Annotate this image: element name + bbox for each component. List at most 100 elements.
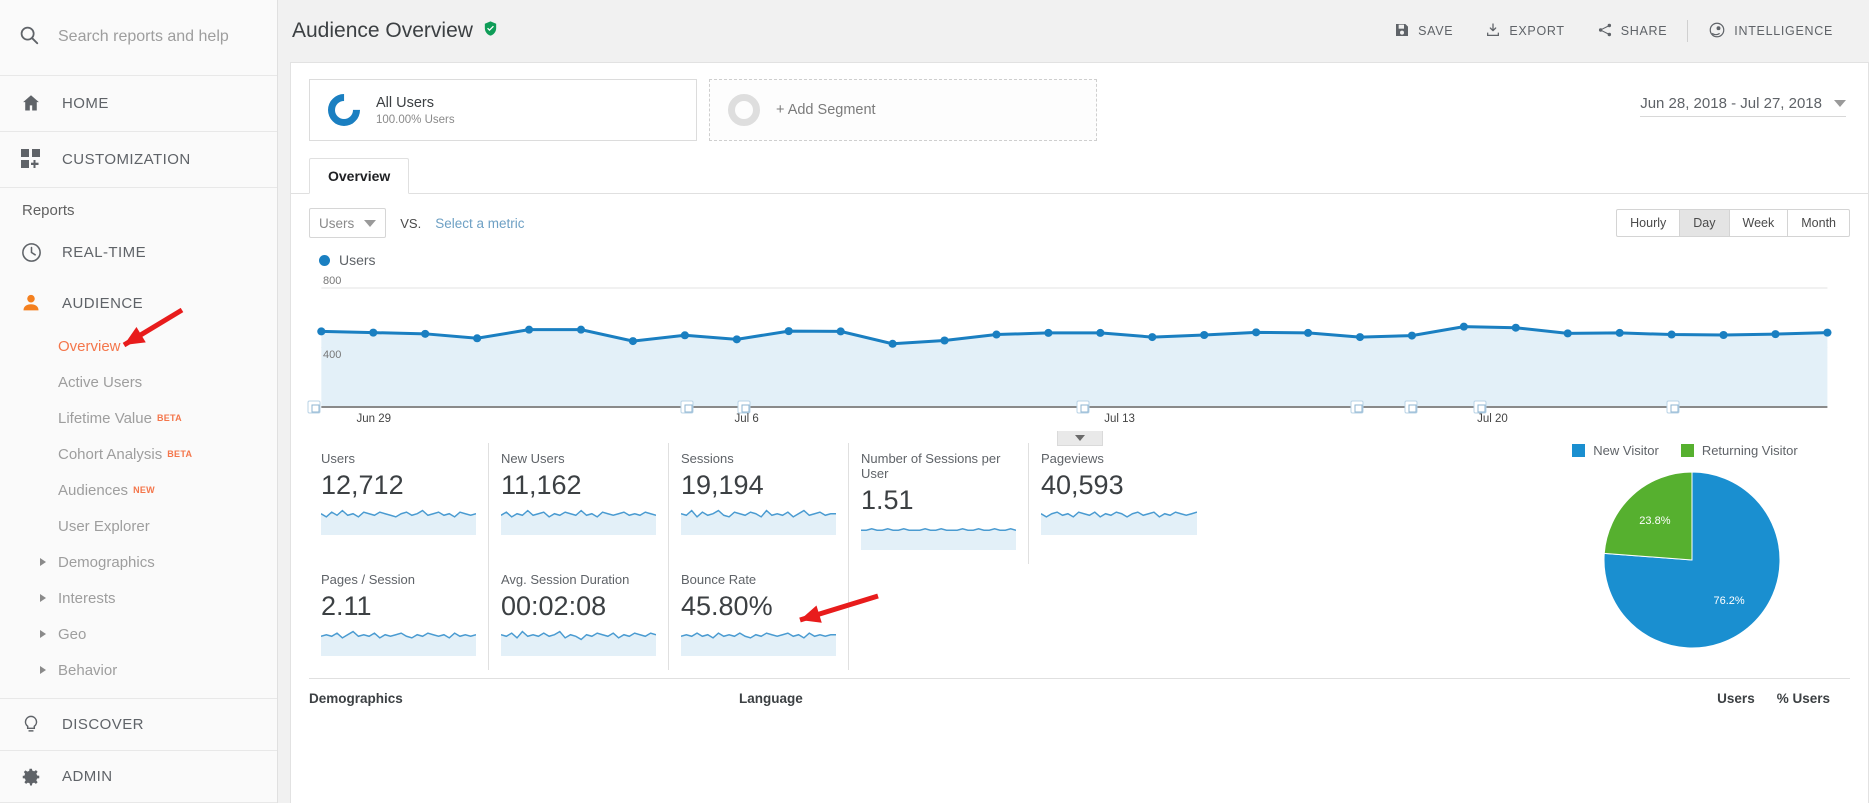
donut-empty-icon xyxy=(721,87,766,132)
sidebar-item-overview[interactable]: Overview xyxy=(0,328,277,364)
sidebar-item-discover[interactable]: DISCOVER xyxy=(0,699,277,750)
sidebar-item-home[interactable]: HOME xyxy=(0,76,277,131)
intelligence-icon xyxy=(1708,21,1726,42)
demographics-header: Demographics xyxy=(309,691,739,706)
x-axis-tick-label: Jul 6 xyxy=(734,413,758,425)
clock-icon xyxy=(18,241,44,264)
metric-card-sessions[interactable]: Sessions 19,194 xyxy=(669,443,849,564)
metric-card-users[interactable]: Users 12,712 xyxy=(309,443,489,564)
segment-name: All Users xyxy=(376,94,455,114)
report-content: All Users 100.00% Users + Add Segment Ju… xyxy=(290,62,1869,803)
sidebar-item-admin-label: ADMIN xyxy=(62,768,113,785)
sidebar: Search reports and help HOME xyxy=(0,0,278,803)
nav-home-block: HOME xyxy=(0,76,277,132)
sparkline xyxy=(1041,505,1197,535)
sidebar-item-behavior[interactable]: Behavior xyxy=(0,652,277,688)
tab-overview[interactable]: Overview xyxy=(309,158,409,194)
metric-cards-row-1: Users 12,712 New Users 11,162 Sessions 1… xyxy=(309,443,1510,564)
metric-card-avg-session-duration[interactable]: Avg. Session Duration 00:02:08 xyxy=(489,564,669,670)
x-axis-tick-label: Jun 29 xyxy=(356,413,391,425)
add-segment-button[interactable]: + Add Segment xyxy=(709,79,1097,141)
sidebar-item-customization[interactable]: CUSTOMIZATION xyxy=(0,132,277,187)
person-icon xyxy=(18,292,44,314)
granularity-hourly[interactable]: Hourly xyxy=(1617,210,1680,236)
share-icon xyxy=(1597,22,1613,41)
metric-label: New Users xyxy=(501,451,656,466)
x-axis-tick-label: Jul 20 xyxy=(1477,413,1508,425)
metric-label: Pageviews xyxy=(1041,451,1197,466)
sidebar-item-real-time-label: REAL-TIME xyxy=(62,244,146,261)
sidebar-item-active-users[interactable]: Active Users xyxy=(0,364,277,400)
share-button[interactable]: SHARE xyxy=(1581,13,1684,49)
pie-svg[interactable]: 76.2% 23.8% xyxy=(1520,468,1860,653)
pie-legend-label: New Visitor xyxy=(1593,443,1659,458)
beta-badge: BETA xyxy=(167,449,192,459)
sidebar-item-interests[interactable]: Interests xyxy=(0,580,277,616)
sidebar-item-interests-label: Interests xyxy=(58,590,116,607)
date-range-selector[interactable]: Jun 28, 2018 - Jul 27, 2018 xyxy=(1640,95,1846,117)
pie-legend-new-visitor[interactable]: New Visitor xyxy=(1572,443,1659,458)
sidebar-item-geo[interactable]: Geo xyxy=(0,616,277,652)
metric-value: 00:02:08 xyxy=(501,591,656,622)
x-axis-labels: Jun 29Jul 6Jul 13Jul 20 xyxy=(309,409,1850,431)
chevron-right-icon xyxy=(40,630,46,638)
save-button[interactable]: SAVE xyxy=(1378,13,1469,49)
sidebar-item-admin[interactable]: ADMIN xyxy=(0,751,277,802)
sidebar-item-real-time[interactable]: REAL-TIME xyxy=(0,227,277,278)
new-badge: NEW xyxy=(133,485,155,495)
metric-label: Sessions xyxy=(681,451,836,466)
sidebar-item-lifetime-value[interactable]: Lifetime Value BETA xyxy=(0,400,277,436)
sidebar-item-behavior-label: Behavior xyxy=(58,662,117,679)
search-input[interactable]: Search reports and help xyxy=(0,0,277,76)
sidebar-item-overview-label: Overview xyxy=(58,338,121,355)
pie-slice-label: 23.8% xyxy=(1639,515,1670,527)
y-axis-label-800: 800 xyxy=(323,275,341,287)
granularity-week[interactable]: Week xyxy=(1730,210,1789,236)
pie-slice-label: 76.2% xyxy=(1713,595,1744,607)
sidebar-item-demographics[interactable]: Demographics xyxy=(0,544,277,580)
new-vs-returning-pie: New Visitor Returning Visitor 76.2% 23.8% xyxy=(1510,443,1850,670)
pie-legend-returning-visitor[interactable]: Returning Visitor xyxy=(1681,443,1798,458)
granularity-day[interactable]: Day xyxy=(1680,210,1729,236)
chevron-right-icon xyxy=(40,558,46,566)
metric-select[interactable]: Users xyxy=(309,208,386,238)
tab-bar: Overview xyxy=(291,143,1868,194)
metric-value: 19,194 xyxy=(681,470,836,501)
donut-icon xyxy=(321,87,366,132)
metric-value: 45.80% xyxy=(681,591,836,622)
chevron-down-icon xyxy=(1075,435,1085,441)
legend-color-swatch xyxy=(1572,444,1585,457)
sidebar-item-cohort-analysis[interactable]: Cohort Analysis BETA xyxy=(0,436,277,472)
users-timeseries-chart: Users 800 400 Jun 29Jul 6Jul 13Jul 20 xyxy=(291,238,1868,431)
sidebar-item-audiences[interactable]: Audiences NEW xyxy=(0,472,277,508)
save-button-label: SAVE xyxy=(1418,24,1453,38)
metric-value: 12,712 xyxy=(321,470,476,501)
select-a-metric-link[interactable]: Select a metric xyxy=(435,216,524,231)
sidebar-item-audience[interactable]: AUDIENCE xyxy=(0,278,277,329)
metric-value: 40,593 xyxy=(1041,470,1197,501)
beta-badge: BETA xyxy=(157,413,182,423)
metric-value: 11,162 xyxy=(501,470,656,501)
sidebar-item-discover-label: DISCOVER xyxy=(62,716,144,733)
sidebar-item-home-label: HOME xyxy=(62,95,109,112)
metric-card-pages-per-session[interactable]: Pages / Session 2.11 xyxy=(309,564,489,670)
main-area: Audience Overview SAVE EXPORT xyxy=(278,0,1869,803)
metric-label: Users xyxy=(321,451,476,466)
export-button-label: EXPORT xyxy=(1509,24,1564,38)
granularity-month[interactable]: Month xyxy=(1788,210,1849,236)
metric-card-sessions-per-user[interactable]: Number of Sessions per User 1.51 xyxy=(849,443,1029,564)
metric-card-bounce-rate[interactable]: Bounce Rate 45.80% xyxy=(669,564,849,670)
segment-all-users[interactable]: All Users 100.00% Users xyxy=(309,79,697,141)
metric-card-pageviews[interactable]: Pageviews 40,593 xyxy=(1029,443,1209,564)
sidebar-item-lifetime-value-label: Lifetime Value xyxy=(58,410,152,427)
metric-card-new-users[interactable]: New Users 11,162 xyxy=(489,443,669,564)
collapse-chart-button[interactable] xyxy=(1057,431,1103,446)
sidebar-item-demographics-label: Demographics xyxy=(58,554,155,571)
intelligence-button-label: INTELLIGENCE xyxy=(1734,24,1833,38)
segment-bar: All Users 100.00% Users + Add Segment Ju… xyxy=(291,63,1868,143)
chart-plot-area[interactable]: 800 400 xyxy=(309,274,1850,409)
intelligence-button[interactable]: INTELLIGENCE xyxy=(1692,13,1849,49)
export-button[interactable]: EXPORT xyxy=(1469,13,1580,49)
sidebar-item-user-explorer[interactable]: User Explorer xyxy=(0,508,277,544)
metric-select-value: Users xyxy=(319,216,354,231)
